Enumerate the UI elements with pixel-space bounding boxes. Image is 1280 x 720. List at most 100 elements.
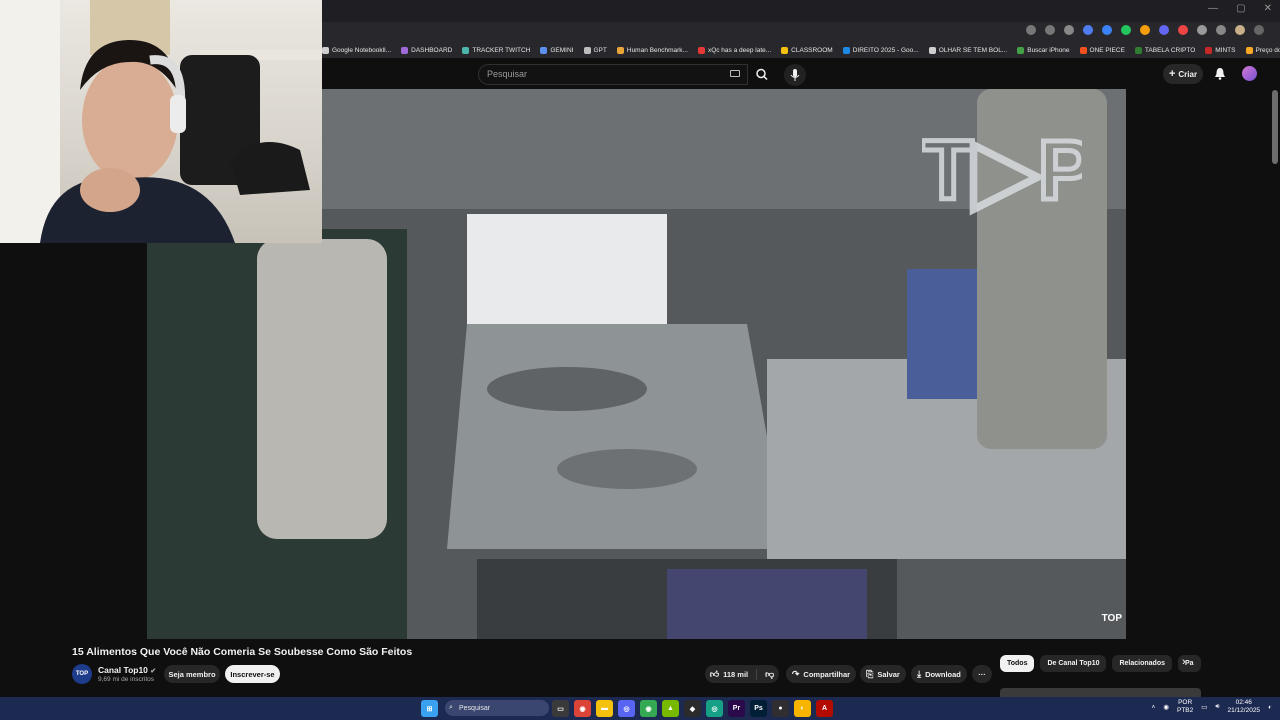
taskbar-search-placeholder: Pesquisar (459, 704, 491, 712)
channel-name[interactable]: Canal Top10 ✔ (98, 665, 156, 675)
chip-all[interactable]: Todos (1000, 655, 1035, 672)
chip-from-channel[interactable]: De Canal Top10 (1040, 655, 1107, 672)
taskbar-task-view-icon[interactable]: ▭ (552, 700, 569, 717)
bookmark-item[interactable]: xQc has a deep late... (697, 46, 771, 54)
notifications-button[interactable] (1214, 67, 1226, 85)
extensions-puzzle-icon[interactable] (1197, 25, 1207, 35)
eye-off-icon[interactable] (1045, 25, 1055, 35)
bookmark-item[interactable]: TABELA CRIPTO (1134, 46, 1195, 54)
bookmark-item[interactable]: DIREITO 2025 - Goo... (842, 46, 919, 54)
page-scrollbar[interactable] (1272, 90, 1278, 164)
taskbar-acrobat-icon[interactable]: A (816, 700, 833, 717)
taskbar-app-yellow-icon[interactable]: ◐ (794, 700, 811, 717)
maximize-button[interactable]: ▢ (1236, 3, 1245, 14)
search-button[interactable] (748, 64, 776, 85)
like-button[interactable]: 👍︎ 118 mil (710, 668, 758, 680)
taskbar-app-dark-icon[interactable]: ◆ (684, 700, 701, 717)
channel-avatar[interactable]: TOP (72, 664, 92, 684)
bookmark-label: DASHBOARD (411, 46, 453, 54)
user-avatar[interactable] (1242, 66, 1257, 81)
bookmark-favicon-icon (1017, 46, 1025, 54)
bookmark-item[interactable]: OLHAR SE TEM BOL... (928, 46, 1007, 54)
download-label: Download (925, 669, 961, 679)
taskbar-search[interactable]: ⌕ Pesquisar (445, 700, 549, 716)
menu-icon[interactable] (1254, 25, 1264, 35)
taskbar-start-icon[interactable]: ⊞ (421, 700, 438, 717)
bookmark-item[interactable]: Buscar iPhone (1017, 46, 1070, 54)
chip-related[interactable]: Relacionados (1112, 655, 1172, 672)
bookmark-label: CLASSROOM (791, 46, 833, 54)
extension-orange-icon[interactable] (1140, 25, 1150, 35)
tab-search-icon[interactable] (1216, 25, 1226, 35)
bookmark-item[interactable]: Preço do Bitcoin (1245, 46, 1280, 54)
language-code: POR (1178, 699, 1193, 706)
language-indicator[interactable]: POR PTB2 (1177, 699, 1193, 715)
extension-green-icon[interactable] (1121, 25, 1131, 35)
extension-red-icon[interactable] (1178, 25, 1188, 35)
top-logo-icon: T▶P (920, 121, 1097, 220)
bookmark-favicon-icon (697, 46, 705, 54)
taskbar-discord-icon[interactable]: ◎ (618, 700, 635, 717)
bookmark-label: Human Benchmark... (626, 46, 688, 54)
like-count: 118 mil (723, 669, 749, 679)
taskbar-chrome-icon[interactable]: ◉ (574, 700, 591, 717)
bookmark-item[interactable]: TRACKER TWITCH (462, 46, 530, 54)
clock[interactable]: 02:46 21/12/2025 (1228, 699, 1261, 715)
join-button[interactable]: Seja membro (164, 665, 220, 683)
bookmark-favicon-icon (842, 46, 850, 54)
dislike-button[interactable]: 👎︎ (757, 669, 774, 680)
taskbar-premiere-icon[interactable]: Pr (728, 700, 745, 717)
taskbar-app-green-icon[interactable]: ◎ (706, 700, 723, 717)
bookmark-item[interactable]: MINTS (1205, 46, 1236, 54)
download-button[interactable]: ⤓ Download (911, 665, 967, 683)
chevron-up-icon[interactable]: ˄ (1152, 704, 1156, 711)
video-title: 15 Alimentos Que Você Não Comeria Se Sou… (72, 646, 413, 658)
extension-globe-icon[interactable] (1102, 25, 1112, 35)
share-button[interactable]: ↷ Compartilhar (786, 665, 856, 683)
extension-icons (1026, 25, 1264, 35)
bookmark-favicon-icon (781, 46, 789, 54)
bookmark-item[interactable]: Google Notebooklǀ... (322, 46, 391, 54)
bookmark-item[interactable]: DASHBOARD (401, 46, 453, 54)
bookmark-label: ONE PIECE (1089, 46, 1125, 54)
search-icon (756, 68, 768, 81)
bookmark-item[interactable]: ONE PIECE (1079, 46, 1125, 54)
taskbar-nvidia-icon[interactable]: ▲ (662, 700, 679, 717)
bookmark-favicon-icon (1079, 46, 1087, 54)
bookmark-favicon-icon (1134, 46, 1142, 54)
close-button[interactable]: ✕ (1264, 3, 1272, 14)
bookmark-item[interactable]: Human Benchmark... (616, 46, 688, 54)
extension-purple-icon[interactable] (1159, 25, 1169, 35)
like-dislike-group: 👍︎ 118 mil 👎︎ (705, 665, 779, 683)
volume-icon[interactable]: 🔊︎ (1215, 703, 1219, 711)
bookmark-item[interactable]: CLASSROOM (781, 46, 833, 54)
bookmark-item[interactable]: GEMINI (540, 46, 574, 54)
notification-center-icon[interactable]: ◐ (1268, 704, 1272, 711)
create-button[interactable]: + Criar (1163, 64, 1203, 84)
bookmark-item[interactable]: GPT (583, 46, 607, 54)
star-icon[interactable] (1064, 25, 1074, 35)
voice-search-button[interactable] (784, 64, 806, 86)
taskbar-chrome-alt-icon[interactable]: ◉ (640, 700, 657, 717)
more-actions-button[interactable]: ··· (972, 665, 992, 683)
location-icon: ◉ (1163, 704, 1169, 711)
keyboard-icon[interactable] (730, 70, 740, 77)
clock-time: 02:46 (1235, 699, 1252, 706)
subscribe-button[interactable]: Inscrever-se (225, 665, 280, 683)
verified-icon: ✔ (150, 668, 157, 675)
taskbar-explorer-icon[interactable]: ▬ (596, 700, 613, 717)
chips-next-button[interactable]: › (1182, 656, 1186, 668)
extension-blue-icon[interactable] (1083, 25, 1093, 35)
profile-icon[interactable] (1235, 25, 1245, 35)
monitor-icon[interactable]: ▭ (1201, 703, 1207, 711)
minimize-button[interactable]: — (1208, 3, 1218, 14)
cast-icon[interactable] (1026, 25, 1036, 35)
save-button[interactable]: ⎘ Salvar (860, 665, 906, 683)
taskbar-app-obs-icon[interactable]: ● (772, 700, 789, 717)
plus-icon: + (1168, 68, 1176, 80)
bookmark-label: Buscar iPhone (1027, 46, 1070, 54)
video-logo-watermark: T▶P (920, 119, 1097, 229)
search-input[interactable]: Pesquisar (478, 64, 748, 85)
taskbar-photoshop-icon[interactable]: Ps (750, 700, 767, 717)
share-icon: ↷ (791, 668, 800, 679)
